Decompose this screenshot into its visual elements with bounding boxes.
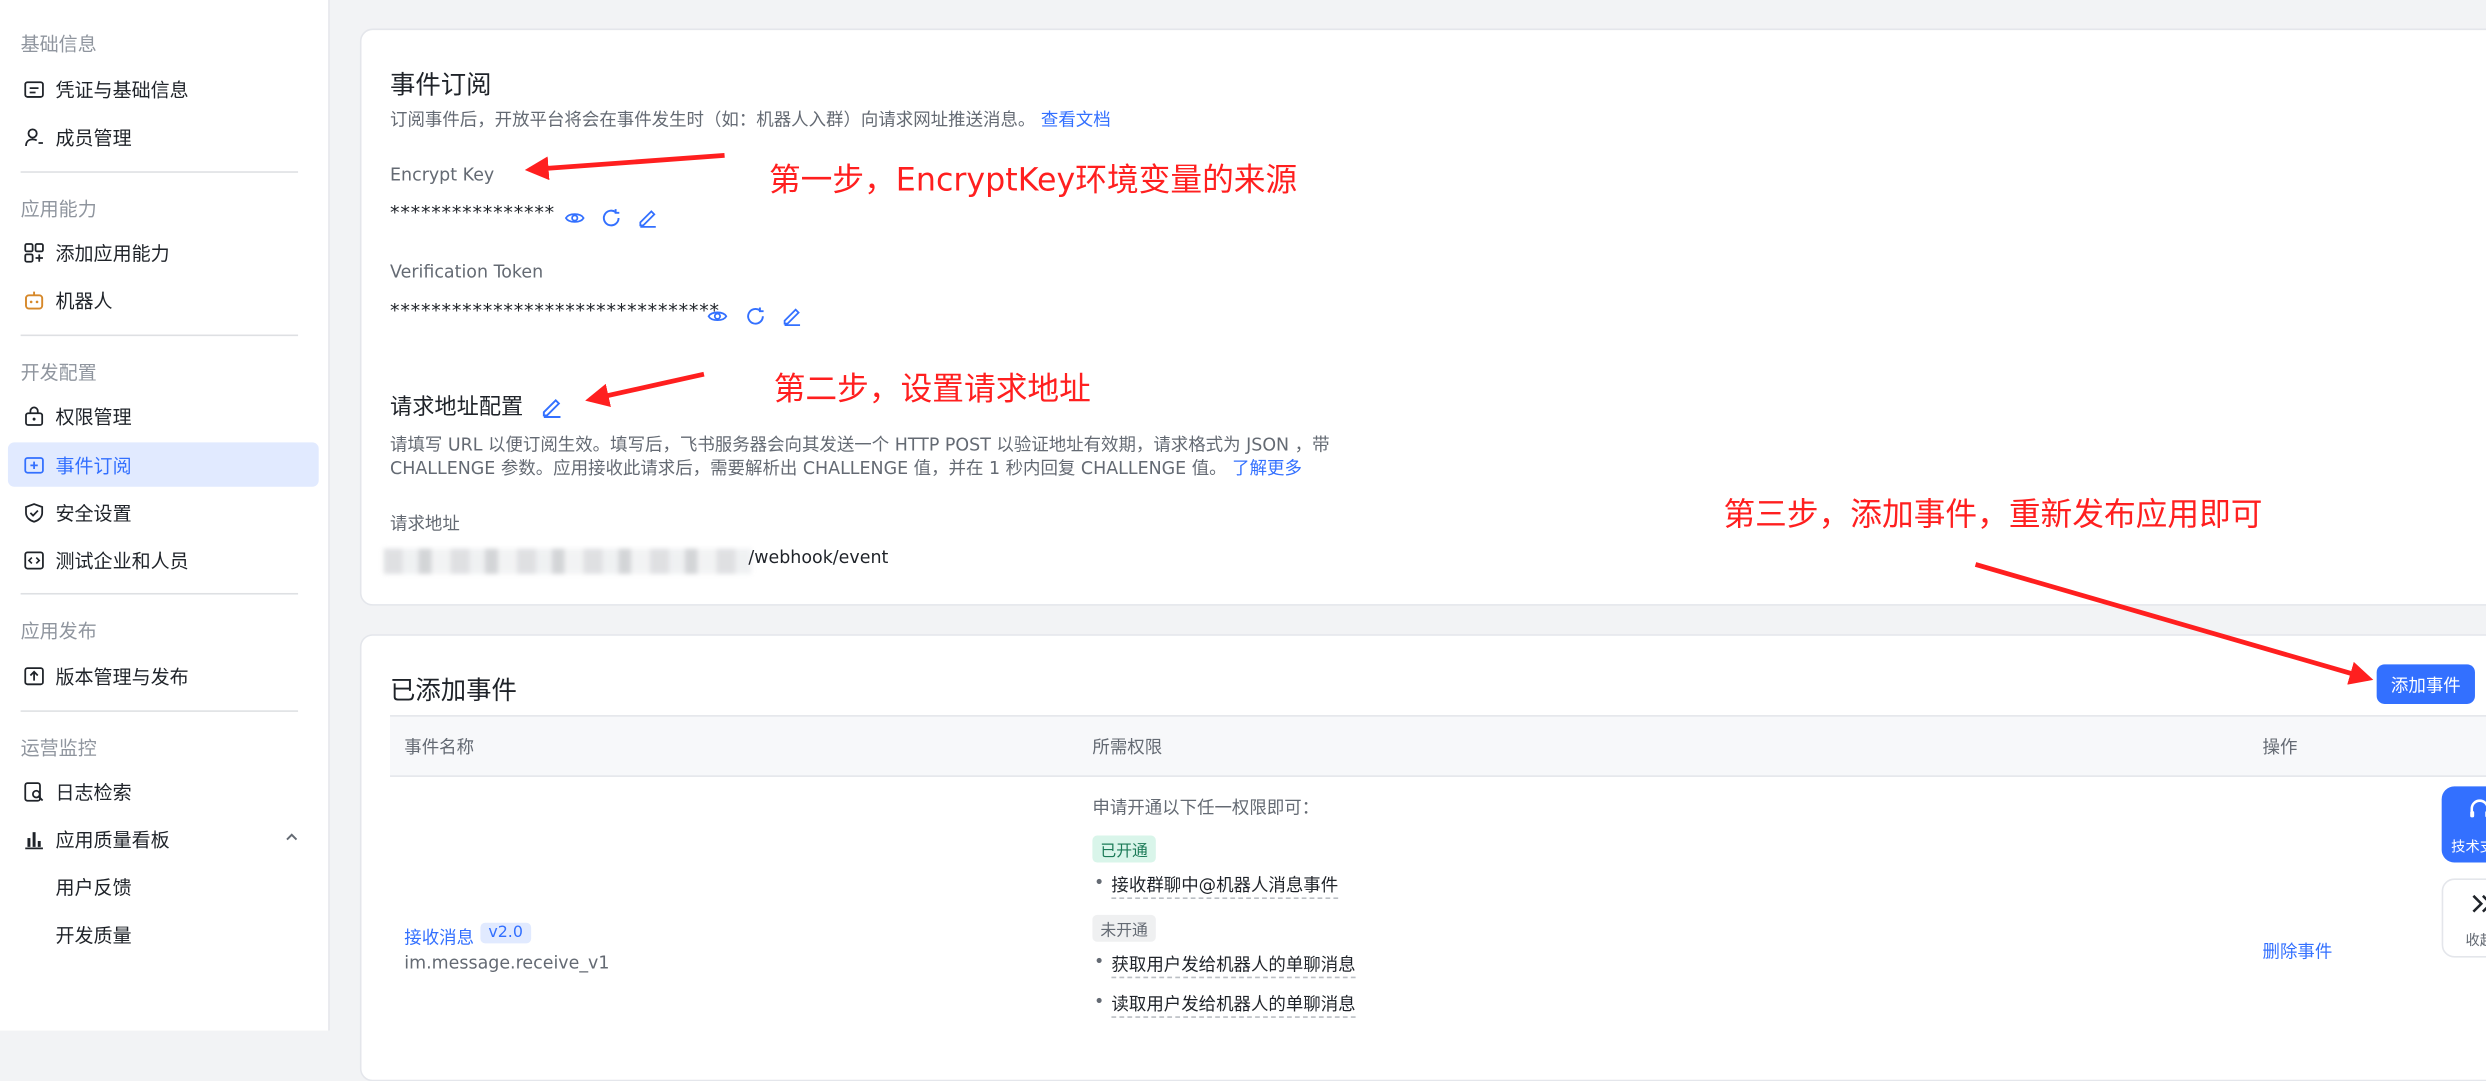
sidebar-item-log-search[interactable]: 日志检索 (8, 769, 319, 813)
sidebar-divider (20, 334, 299, 337)
section-title-publish: 应用发布 (20, 619, 97, 643)
sidebar-item-security[interactable]: 安全设置 (8, 490, 319, 534)
status-badge-disabled: 未开通 (1092, 914, 1156, 942)
sidebar-divider (20, 171, 299, 173)
column-header-event-name: 事件名称 (404, 737, 475, 758)
sidebar-item-credentials[interactable]: 凭证与基础信息 (8, 67, 319, 111)
edit-icon[interactable] (782, 303, 804, 327)
headset-icon (2467, 798, 2486, 820)
event-key: im.message.receive_v1 (404, 952, 610, 974)
version-badge: v2.0 (480, 922, 531, 944)
event-name-link[interactable]: 接收消息 (404, 924, 474, 949)
verification-token-value: ******************************** (390, 299, 720, 322)
view-docs-link[interactable]: 查看文档 (1041, 109, 1111, 130)
permission-item: 读取用户发给机器人的单聊消息 (1094, 991, 1356, 1018)
request-url-suffix: /webhook/event (748, 546, 889, 568)
eye-icon[interactable] (564, 205, 586, 227)
table-header (390, 715, 2486, 777)
edit-icon[interactable] (541, 395, 563, 418)
refresh-icon[interactable] (601, 205, 623, 227)
tech-support-widget[interactable]: 技术支 (2441, 786, 2486, 863)
page-title: 事件订阅 (390, 69, 492, 100)
request-url-label: 请求地址 (390, 513, 460, 535)
sidebar-item-label: 用户反馈 (55, 875, 132, 899)
event-subscription-description: 订阅事件后，开放平台将会在事件发生时（如：机器人入群）向请求网址推送消息。 查看… (390, 109, 1111, 131)
sidebar-item-label: 事件订阅 (55, 454, 132, 477)
sidebar: 基础信息 凭证与基础信息 成员管理 应用能力 添加应用能力 机器人 开发配置 权… (0, 0, 330, 1031)
add-event-button[interactable]: 添加事件 (2376, 664, 2475, 704)
add-capability-icon (22, 241, 44, 263)
eye-icon[interactable] (707, 303, 729, 325)
section-title-app-capability: 应用能力 (20, 198, 97, 221)
collapse-icon (2469, 891, 2486, 913)
sidebar-item-label: 添加应用能力 (55, 241, 170, 264)
learn-more-link[interactable]: 了解更多 (1232, 458, 1302, 479)
sidebar-item-event-subscription[interactable]: 事件订阅 (7, 442, 319, 487)
sidebar-item-robot[interactable]: 机器人 (8, 277, 319, 321)
sidebar-item-label: 机器人 (55, 289, 113, 312)
sidebar-item-members[interactable]: 成员管理 (8, 114, 319, 158)
refresh-icon[interactable] (745, 303, 767, 325)
sidebar-item-label: 凭证与基础信息 (55, 78, 189, 101)
request-config-desc-line2: CHALLENGE 参数。应用接收此请求后，需要解析出 CHALLENGE 值，… (390, 458, 1302, 479)
added-events-title: 已添加事件 (390, 675, 517, 706)
status-badge-enabled: 已开通 (1092, 835, 1156, 863)
shield-icon (22, 501, 44, 523)
event-icon (22, 453, 44, 475)
code-icon (22, 549, 44, 571)
section-title-monitoring: 运营监控 (20, 737, 97, 760)
credential-icon (22, 78, 44, 100)
sidebar-item-label: 应用质量看板 (55, 828, 170, 851)
sidebar-item-dev-quality[interactable]: 开发质量 (8, 912, 366, 956)
lock-icon (22, 404, 44, 426)
sidebar-item-label: 安全设置 (55, 501, 132, 525)
collapse-label: 收起 (2465, 933, 2486, 950)
request-config-desc-line1: 请填写 URL 以便订阅生效。填写后，飞书服务器会向其发送一个 HTTP POS… (390, 434, 1330, 456)
upload-icon (22, 664, 44, 686)
edit-icon[interactable] (637, 205, 659, 228)
annotation-step1: 第一步，EncryptKey环境变量的来源 (768, 160, 1298, 199)
encrypt-key-value: **************** (390, 201, 555, 224)
robot-icon (22, 289, 44, 311)
sidebar-item-permissions[interactable]: 权限管理 (8, 393, 319, 437)
section-title-dev-config: 开发配置 (20, 361, 97, 384)
delete-event-link[interactable]: 删除事件 (2263, 939, 2333, 964)
bar-chart-icon (22, 828, 44, 850)
permission-item: 接收群聊中@机器人消息事件 (1094, 872, 1339, 899)
permission-item: 获取用户发给机器人的单聊消息 (1094, 951, 1356, 979)
member-icon (22, 125, 44, 147)
annotation-step3: 第三步，添加事件，重新发布应用即可 (1723, 494, 2263, 533)
sidebar-item-label: 测试企业和人员 (55, 549, 189, 572)
encrypt-key-label: Encrypt Key (390, 164, 495, 186)
request-config-title: 请求地址配置 (390, 394, 524, 421)
sidebar-item-label: 成员管理 (55, 126, 132, 149)
sidebar-item-label: 开发质量 (55, 923, 132, 946)
sidebar-item-user-feedback[interactable]: 用户反馈 (8, 864, 366, 908)
annotation-step2: 第二步，设置请求地址 (773, 369, 1091, 408)
section-title-basic-info: 基础信息 (20, 33, 97, 56)
column-header-actions: 操作 (2262, 737, 2298, 758)
added-events-card (359, 634, 2486, 1081)
tech-support-label: 技术支 (2451, 840, 2486, 857)
sidebar-item-label: 日志检索 (55, 780, 132, 804)
verification-token-label: Verification Token (390, 261, 544, 283)
sidebar-item-add-capability[interactable]: 添加应用能力 (8, 230, 319, 274)
sidebar-item-test-enterprise[interactable]: 测试企业和人员 (8, 537, 319, 581)
chevron-up-icon[interactable] (284, 828, 300, 850)
sidebar-divider (20, 592, 299, 595)
collapse-widget[interactable]: 收起 (2441, 878, 2486, 958)
column-header-permissions: 所需权限 (1092, 737, 1163, 758)
log-search-icon (22, 780, 44, 802)
permission-intro: 申请开通以下任一权限即可： (1092, 797, 1320, 819)
sidebar-item-label: 权限管理 (55, 405, 132, 428)
sidebar-divider (20, 710, 299, 712)
sidebar-item-version-publish[interactable]: 版本管理与发布 (8, 653, 319, 697)
request-url-blurred-host (383, 548, 752, 574)
sidebar-item-label: 版本管理与发布 (55, 665, 189, 688)
sidebar-item-quality-board[interactable]: 应用质量看板 (8, 817, 319, 861)
